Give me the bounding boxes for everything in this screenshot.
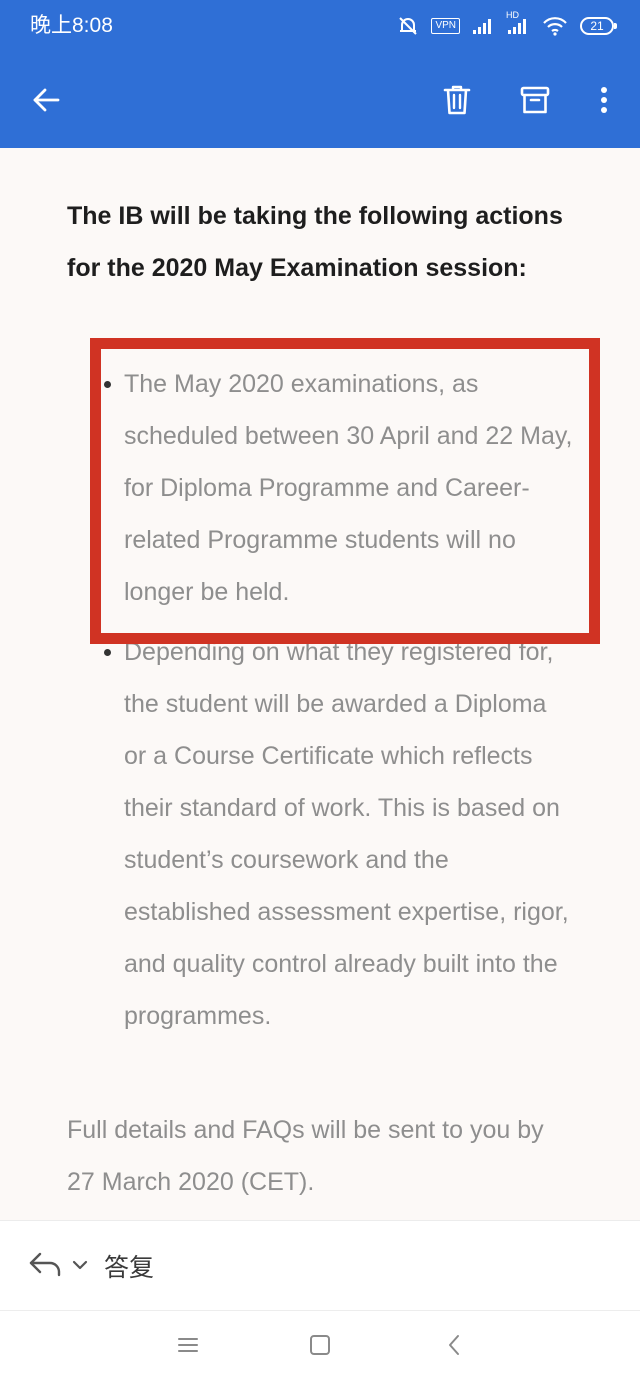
- email-heading: The IB will be taking the following acti…: [67, 202, 563, 282]
- reply-button[interactable]: 答复: [28, 1245, 154, 1287]
- bullet-icon: [104, 381, 111, 388]
- network-label: HD: [506, 10, 519, 20]
- vpn-badge: VPN: [431, 18, 460, 34]
- email-footer-note: Full details and FAQs will be sent to yo…: [67, 1116, 544, 1196]
- menu-icon: [177, 1336, 199, 1359]
- battery-icon: 21: [580, 17, 617, 35]
- email-body: The IB will be taking the following acti…: [0, 148, 640, 1220]
- reply-arrow-icon: [28, 1251, 62, 1282]
- list-item-text: The May 2020 examinations, as scheduled …: [124, 370, 573, 606]
- reply-label: 答复: [104, 1254, 155, 1282]
- list-item-text: Depending on what they registered for, t…: [124, 638, 569, 1030]
- bullet-icon: [104, 649, 111, 656]
- square-icon: [309, 1334, 331, 1361]
- status-icons: VPN HD 21: [397, 10, 617, 38]
- more-vertical-icon: [600, 86, 608, 119]
- signal-hd-icon: HD: [506, 10, 530, 35]
- trash-icon: [443, 84, 471, 121]
- chevron-down-icon[interactable]: [72, 1257, 88, 1275]
- chevron-left-icon: [447, 1334, 461, 1361]
- wifi-icon: [542, 16, 568, 36]
- signal-icon: [472, 17, 494, 35]
- arrow-left-icon: [32, 87, 60, 118]
- more-options-button[interactable]: [584, 78, 624, 126]
- delete-button[interactable]: [434, 78, 480, 126]
- app-header: 晚上8:08 VPN HD 21: [0, 0, 640, 148]
- list-item: The May 2020 examinations, as scheduled …: [104, 358, 574, 618]
- archive-icon: [520, 85, 550, 120]
- system-nav-bar: [0, 1310, 640, 1386]
- nav-home-button[interactable]: [296, 1325, 344, 1369]
- mute-alarm-icon: [397, 16, 419, 36]
- nav-menu-button[interactable]: [164, 1325, 212, 1369]
- reply-bar: 答复: [0, 1220, 640, 1310]
- back-button[interactable]: [22, 80, 70, 124]
- archive-button[interactable]: [512, 78, 558, 126]
- status-time: 晚上8:08: [30, 14, 113, 37]
- list-item: Depending on what they registered for, t…: [104, 626, 574, 1042]
- nav-back-button[interactable]: [430, 1325, 478, 1369]
